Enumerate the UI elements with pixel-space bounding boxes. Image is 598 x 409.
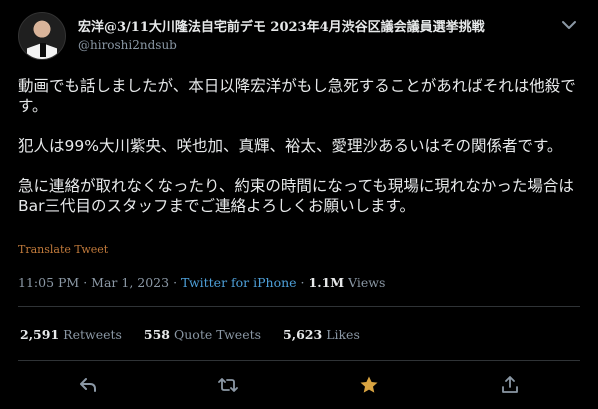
divider <box>18 360 580 361</box>
likes-label: Likes <box>326 327 360 342</box>
tweet-meta: 11:05 PM · Mar 1, 2023 · Twitter for iPh… <box>18 275 385 290</box>
translate-tweet-link[interactable]: Translate Tweet <box>18 243 108 256</box>
meta-separator: · <box>83 275 88 290</box>
tweet-paragraph: 犯人は99%大川紫央、咲也加、真輝、裕太、愛理沙あるいはその関係者です。 <box>18 137 563 155</box>
reply-icon <box>80 378 96 392</box>
avatar-tie <box>40 43 46 57</box>
meta-separator: · <box>300 275 305 290</box>
retweets-stat[interactable]: 2,591 Retweets <box>20 327 122 342</box>
retweets-count: 2,591 <box>20 327 60 342</box>
avatar[interactable] <box>18 12 66 60</box>
chevron-down-icon <box>562 21 576 29</box>
tweet-date[interactable]: Mar 1, 2023 <box>91 275 169 290</box>
tweet-actions <box>18 370 580 402</box>
likes-count: 5,623 <box>283 327 323 342</box>
tweet-paragraph: 急に連絡が取れなくなったり、約束の時間になっても現場に現れなかった場合はBar三… <box>18 177 574 215</box>
tweet-body: 動画でも話しましたが、本日以降宏洋がもし急死することがあればそれは他殺です。 犯… <box>18 76 583 236</box>
more-options-button[interactable] <box>558 14 580 36</box>
quotes-label: Quote Tweets <box>174 327 262 342</box>
tweet-card: 宏洋@3/11大川隆法自宅前デモ 2023年4月渋谷区議会議員選挙挑戦 @hir… <box>0 0 598 409</box>
tweet-header: 宏洋@3/11大川隆法自宅前デモ 2023年4月渋谷区議会議員選挙挑戦 @hir… <box>18 12 588 60</box>
views-label: Views <box>348 275 386 290</box>
author-name[interactable]: 宏洋@3/11大川隆法自宅前デモ 2023年4月渋谷区議会議員選挙挑戦 <box>78 16 485 35</box>
quote-tweets-stat[interactable]: 558 Quote Tweets <box>144 327 261 342</box>
tweet-time[interactable]: 11:05 PM <box>18 275 79 290</box>
divider <box>18 306 580 307</box>
share-button[interactable] <box>495 370 525 400</box>
quotes-count: 558 <box>143 327 170 342</box>
meta-separator: · <box>173 275 178 290</box>
retweet-icon <box>218 378 238 392</box>
reply-button[interactable] <box>73 370 103 400</box>
star-icon <box>360 376 378 393</box>
likes-stat[interactable]: 5,623 Likes <box>283 327 360 342</box>
author-handle[interactable]: @hiroshi2ndsub <box>78 38 177 52</box>
views-count: 1.1M <box>308 275 345 290</box>
retweets-label: Retweets <box>63 327 122 342</box>
retweet-button[interactable] <box>213 370 243 400</box>
like-button[interactable] <box>354 370 384 400</box>
tweet-source[interactable]: Twitter for iPhone <box>181 275 297 290</box>
tweet-stats: 2,591 Retweets 558 Quote Tweets 5,623 Likes <box>20 327 378 342</box>
tweet-paragraph: 動画でも話しましたが、本日以降宏洋がもし急死することがあればそれは他殺です。 <box>18 77 576 115</box>
share-icon <box>502 376 518 393</box>
